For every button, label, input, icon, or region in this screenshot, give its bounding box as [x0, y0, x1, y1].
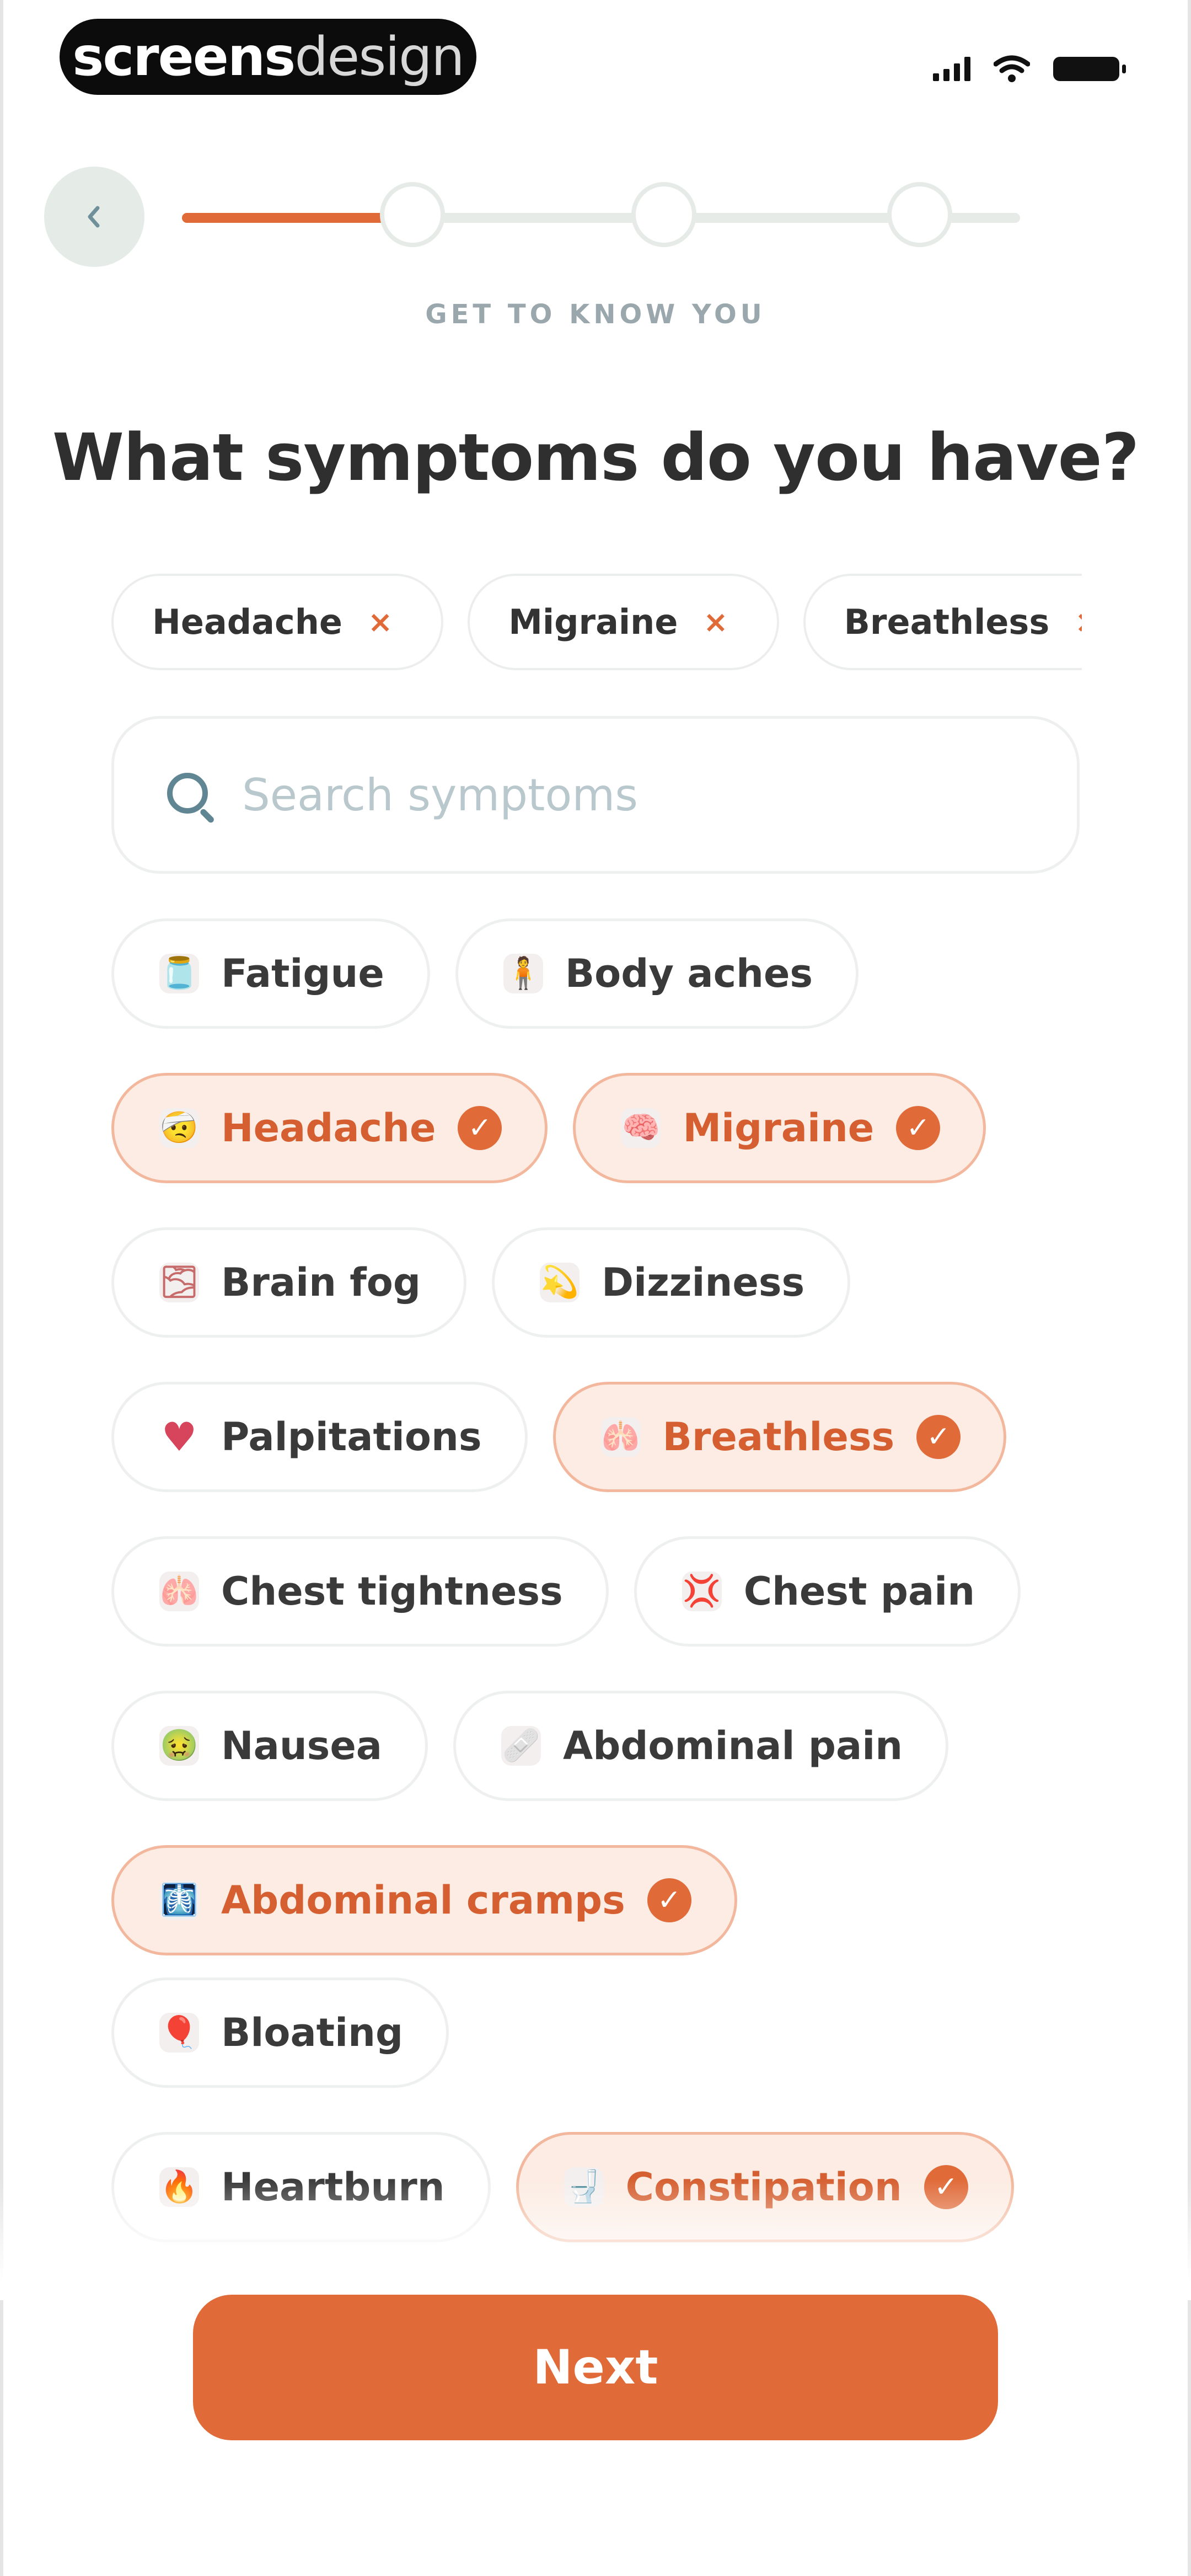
- symptom-chip[interactable]: 💫 Dizziness: [491, 1227, 851, 1338]
- search-box[interactable]: [111, 716, 1080, 874]
- chevron-left-icon: [88, 206, 100, 228]
- check-icon: ✓: [647, 1878, 691, 1922]
- symptom-icon: 💫: [539, 1263, 580, 1302]
- symptom-label: Palpitations: [221, 1414, 482, 1460]
- symptom-label: Dizziness: [601, 1260, 805, 1305]
- symptom-label: Bloating: [221, 2010, 404, 2055]
- symptom-chip[interactable]: 🫁 Chest tightness: [111, 1536, 609, 1647]
- selected-chip-label: Migraine: [508, 602, 678, 642]
- symptom-icon: 🤕: [159, 1108, 199, 1148]
- symptom-label: Abdominal cramps: [221, 1878, 625, 1923]
- selected-symptoms-row: Headache × Migraine × Breathless ×: [111, 574, 1082, 670]
- symptom-icon: 🫁: [600, 1417, 641, 1457]
- progress-fill: [182, 213, 409, 223]
- check-icon: ✓: [916, 1415, 961, 1459]
- check-icon: ✓: [458, 1106, 502, 1150]
- symptom-chip[interactable]: 🎈 Bloating: [111, 1978, 449, 2088]
- symptom-icon: 🫁: [159, 1572, 199, 1611]
- selected-chip[interactable]: Migraine ×: [468, 574, 779, 670]
- search-icon: [163, 768, 216, 821]
- remove-icon[interactable]: ×: [1075, 605, 1082, 639]
- symptom-icon: 🩻: [159, 1880, 199, 1920]
- list-fade: [0, 2179, 1191, 2300]
- symptom-icon: 🧍: [503, 954, 543, 993]
- symptom-chip[interactable]: 🫙 Fatigue: [111, 918, 430, 1029]
- symptom-label: Nausea: [221, 1723, 383, 1768]
- symptom-label: Fatigue: [221, 951, 384, 996]
- symptom-label: Migraine: [683, 1105, 875, 1151]
- brand-logo-bold: screens: [72, 26, 296, 88]
- next-button[interactable]: Next: [193, 2295, 998, 2440]
- symptom-chip-list: 🫙 Fatigue 🧍 Body aches 🤕 Headache ✓ 🧠 Migraine ✓ 🌫…: [111, 918, 1093, 2275]
- back-button[interactable]: [44, 167, 144, 267]
- brand-logo-light: design: [294, 26, 464, 88]
- symptom-chip[interactable]: 💢 Chest pain: [634, 1536, 1021, 1647]
- wifi-icon: [994, 55, 1030, 82]
- battery-icon: [1053, 57, 1126, 81]
- symptom-chip[interactable]: 🤢 Nausea: [111, 1691, 428, 1801]
- status-icons: [933, 52, 1126, 85]
- check-icon: ✓: [896, 1106, 941, 1150]
- symptom-label: Body aches: [565, 951, 813, 996]
- step-node: [887, 182, 952, 247]
- symptom-icon: 🌫: [159, 1263, 199, 1302]
- symptom-chip[interactable]: 🫁 Breathless ✓: [552, 1382, 1007, 1492]
- symptom-icon: 🎈: [159, 2013, 199, 2053]
- symptom-icon: ♥: [161, 1414, 197, 1460]
- step-node: [631, 182, 696, 247]
- signal-icon: [933, 57, 970, 81]
- symptom-label: Abdominal pain: [563, 1723, 903, 1768]
- selected-chip[interactable]: Headache ×: [111, 574, 444, 670]
- symptom-chip[interactable]: 🧠 Migraine ✓: [573, 1073, 986, 1183]
- page-title: What symptoms do you have?: [52, 419, 1139, 495]
- symptom-label: Breathless: [662, 1414, 895, 1460]
- selected-chip-label: Breathless: [844, 602, 1050, 642]
- selected-chip-label: Headache: [152, 602, 342, 642]
- progress-stepper: [182, 182, 1020, 254]
- symptom-chip[interactable]: 🤕 Headache ✓: [111, 1073, 548, 1183]
- symptom-icon: 🧠: [621, 1108, 661, 1148]
- symptom-chip[interactable]: 🩹 Abdominal pain: [453, 1691, 949, 1801]
- brand-logo: screensdesign: [60, 19, 476, 95]
- symptom-label: Brain fog: [221, 1260, 421, 1305]
- symptom-icon: 💢: [682, 1572, 722, 1611]
- step-caption: GET TO KNOW YOU: [425, 299, 766, 330]
- step-node: [380, 182, 445, 247]
- symptom-label: Headache: [221, 1105, 436, 1151]
- search-input[interactable]: [241, 768, 960, 821]
- symptom-chip[interactable]: ♥ Palpitations: [111, 1382, 528, 1492]
- selected-chip[interactable]: Breathless ×: [803, 574, 1082, 670]
- symptom-chip[interactable]: 🩻 Abdominal cramps ✓: [111, 1845, 737, 1955]
- symptom-chip[interactable]: 🧍 Body aches: [455, 918, 859, 1029]
- symptom-label: Chest pain: [743, 1569, 975, 1614]
- remove-icon[interactable]: ×: [703, 605, 728, 639]
- symptom-chip[interactable]: 🌫 Brain fog: [111, 1227, 466, 1338]
- symptom-icon: 🩹: [501, 1726, 541, 1766]
- symptom-label: Chest tightness: [221, 1569, 563, 1614]
- symptom-icon: 🤢: [159, 1726, 199, 1766]
- symptom-icon: 🫙: [159, 954, 199, 993]
- remove-icon[interactable]: ×: [368, 605, 393, 639]
